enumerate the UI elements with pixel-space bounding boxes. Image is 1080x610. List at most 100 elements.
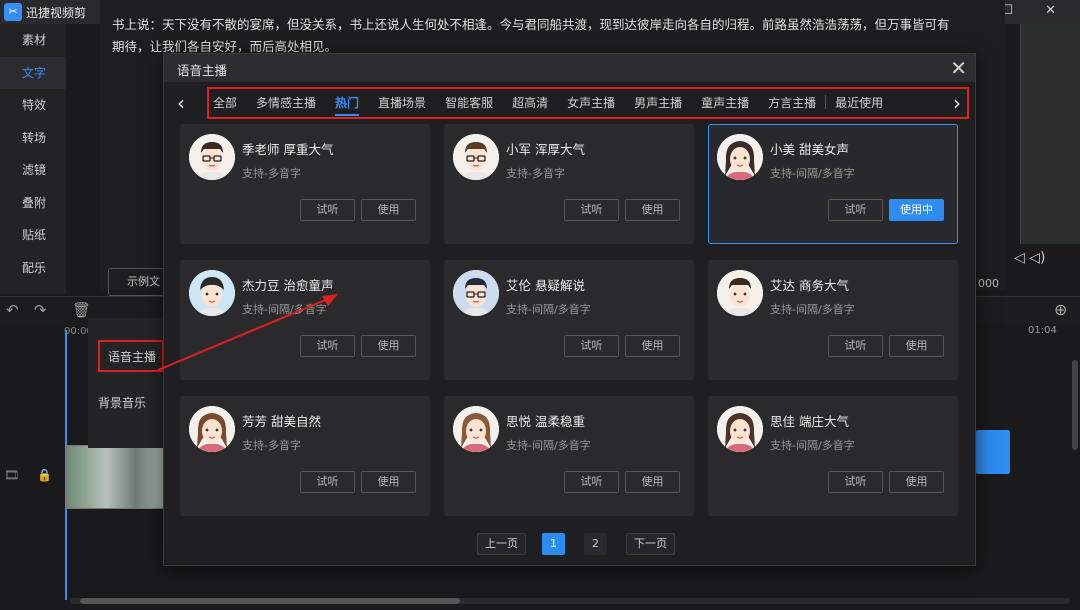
voice-card[interactable]: 季老师 厚重大气 支持-多音字 试听 使用: [180, 124, 430, 244]
listen-button[interactable]: 试听: [564, 471, 619, 493]
avatar: [189, 134, 235, 180]
listen-button[interactable]: 试听: [300, 199, 355, 221]
voice-card[interactable]: 艾达 商务大气 支持-间隔/多音字 试听 使用: [708, 260, 958, 380]
voice-support: 支持-间隔/多音字: [770, 439, 855, 452]
voice-anchor-menu-item[interactable]: 语音主播: [98, 340, 165, 372]
dialog-header: 语音主播 ✕: [164, 54, 975, 82]
voice-support: 支持-间隔/多音字: [770, 303, 855, 316]
category-tabs-highlight: 全部 多情感主播 热门 直播场景 智能客服 超高清 女声主播 男声主播 童声主播 方言主播 最近使用: [207, 87, 969, 119]
app-logo-icon: ✂: [4, 3, 22, 21]
use-button[interactable]: 使用: [625, 335, 680, 357]
nav-item-transitions[interactable]: 转场: [0, 122, 66, 155]
use-button[interactable]: 使用: [361, 199, 416, 221]
bgm-menu-item[interactable]: 背景音乐: [98, 394, 146, 411]
listen-button[interactable]: 试听: [300, 471, 355, 493]
tab-separator: [825, 95, 827, 109]
listen-button[interactable]: 试听: [300, 335, 355, 357]
voice-name: 思佳 端庄大气: [770, 414, 849, 429]
chevron-left-icon[interactable]: ‹: [177, 91, 185, 115]
undo-icon[interactable]: ↶: [6, 301, 19, 319]
listen-button[interactable]: 试听: [564, 199, 619, 221]
listen-button[interactable]: 试听: [828, 199, 883, 221]
tab-1[interactable]: 多情感主播: [256, 94, 316, 116]
voice-name: 杰力豆 治愈童声: [242, 278, 334, 293]
tab-7[interactable]: 男声主播: [634, 94, 682, 116]
voice-anchor-dialog: 语音主播 ✕ ‹ › 全部 多情感主播 热门 直播场景 智能客服 超高清 女声主播 男声主播童…: [163, 53, 976, 566]
page-1-button[interactable]: 1: [542, 533, 565, 555]
horizontal-scrollbar[interactable]: [70, 598, 1070, 604]
tab-3[interactable]: 直播场景: [378, 94, 426, 116]
category-tabs: 全部 多情感主播 热门 直播场景 智能客服 超高清 女声主播 男声主播 童声主播 方言主播 最近使用: [213, 94, 902, 116]
avatar: [717, 406, 763, 452]
use-button[interactable]: 使用: [625, 199, 680, 221]
tab-0[interactable]: 全部: [213, 94, 237, 116]
use-button[interactable]: 使用: [361, 471, 416, 493]
redo-icon[interactable]: ↷: [34, 301, 47, 319]
voice-name: 艾伦 悬疑解说: [506, 278, 585, 293]
dialog-title: 语音主播: [177, 63, 228, 78]
voice-card[interactable]: 艾伦 悬疑解说 支持-间隔/多音字 试听 使用: [444, 260, 694, 380]
lock-icon[interactable]: 🔒: [37, 468, 52, 482]
use-button[interactable]: 使用: [625, 471, 680, 493]
use-button[interactable]: 使用: [889, 335, 944, 357]
voice-card[interactable]: 芳芳 甜美自然 支持-多音字 试听 使用: [180, 396, 430, 516]
ruler-time-mark: 01:04: [1028, 325, 1057, 336]
listen-button[interactable]: 试听: [828, 471, 883, 493]
voice-name: 芳芳 甜美自然: [242, 414, 321, 429]
listen-button[interactable]: 试听: [828, 335, 883, 357]
voice-card[interactable]: 小军 浑厚大气 支持-多音字 试听 使用: [444, 124, 694, 244]
zoom-in-icon[interactable]: ⊕: [1054, 300, 1067, 319]
scrollbar-thumb[interactable]: [80, 598, 460, 604]
voice-card[interactable]: 杰力豆 治愈童声 支持-间隔/多音字 试听 使用: [180, 260, 430, 380]
voice-card[interactable]: 思悦 温柔稳重 支持-间隔/多音字 试听 使用: [444, 396, 694, 516]
volume-icon[interactable]: ◁ ◁): [1014, 250, 1045, 266]
use-button[interactable]: 使用: [889, 471, 944, 493]
voice-support: 支持-间隔/多音字: [506, 439, 591, 452]
nav-item-music[interactable]: 配乐: [0, 252, 66, 285]
voice-name: 季老师 厚重大气: [242, 142, 334, 157]
voice-support: 支持-间隔/多音字: [506, 303, 591, 316]
use-button[interactable]: 使用: [361, 335, 416, 357]
avatar: [453, 406, 499, 452]
delete-icon[interactable]: 🗑: [72, 301, 91, 319]
tab-2[interactable]: 热门: [335, 94, 360, 116]
tab-6[interactable]: 女声主播: [567, 94, 615, 116]
voice-card[interactable]: 小美 甜美女声 支持-间隔/多音字 试听 使用中: [708, 124, 958, 244]
pagination: 上一页 1 2 下一页: [477, 533, 691, 555]
vertical-scrollbar[interactable]: [1072, 360, 1078, 450]
track-controls: 🎞 🔒: [4, 468, 52, 482]
nav-item-overlay[interactable]: 叠附: [0, 187, 66, 220]
text-content[interactable]: 书上说：天下没有不散的宴席，但没关系，书上还说人生何处不相逢。今与君同船共渡，现…: [112, 14, 952, 58]
page-2-button[interactable]: 2: [584, 533, 607, 555]
avatar: [189, 270, 235, 316]
tab-4[interactable]: 智能客服: [445, 94, 493, 116]
export-button[interactable]: [976, 430, 1010, 474]
video-clip[interactable]: [66, 445, 166, 509]
listen-button[interactable]: 试听: [564, 335, 619, 357]
voice-support: 支持-间隔/多音字: [242, 303, 327, 316]
voice-name: 艾达 商务大气: [770, 278, 849, 293]
tab-10[interactable]: 最近使用: [835, 94, 883, 116]
nav-item-filters[interactable]: 滤镜: [0, 154, 66, 187]
preview-panel: [1020, 24, 1080, 244]
use-button[interactable]: 使用中: [889, 199, 944, 221]
voice-support: 支持-多音字: [242, 439, 301, 452]
voice-support: 支持-多音字: [506, 167, 565, 180]
close-icon[interactable]: ✕: [950, 56, 967, 80]
prev-page-button[interactable]: 上一页: [477, 533, 526, 555]
tab-5[interactable]: 超高清: [512, 94, 548, 116]
next-page-button[interactable]: 下一页: [626, 533, 675, 555]
avatar: [189, 406, 235, 452]
nav-item-material[interactable]: 素材: [0, 24, 66, 57]
left-nav: 素材 文字 特效 转场 滤镜 叠附 贴纸 配乐: [0, 24, 66, 294]
tab-8[interactable]: 童声主播: [701, 94, 749, 116]
nav-item-stickers[interactable]: 贴纸: [0, 219, 66, 252]
tab-9[interactable]: 方言主播: [768, 94, 816, 116]
voice-support: 支持-间隔/多音字: [770, 167, 855, 180]
nav-item-effects[interactable]: 特效: [0, 89, 66, 122]
voice-card[interactable]: 思佳 端庄大气 支持-间隔/多音字 试听 使用: [708, 396, 958, 516]
app-title: 迅捷视频剪: [26, 6, 87, 20]
avatar: [717, 134, 763, 180]
voice-name: 小军 浑厚大气: [506, 142, 585, 157]
nav-item-text[interactable]: 文字: [0, 56, 66, 89]
